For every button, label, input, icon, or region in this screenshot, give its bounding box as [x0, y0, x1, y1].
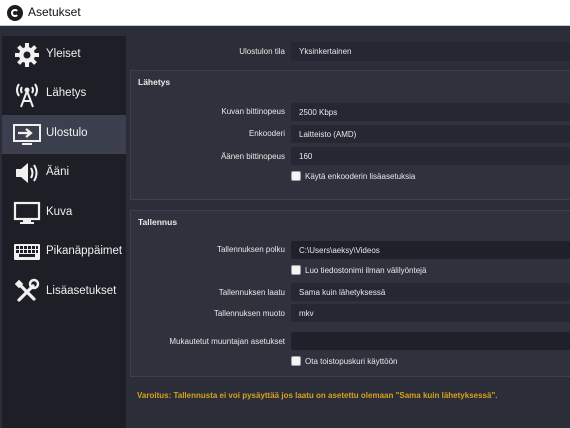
video-bitrate-label: Kuvan bittinopeus	[221, 107, 285, 116]
sidebar-item-label: Lisäasetukset	[46, 285, 117, 297]
output-mode-select[interactable]: Yksinkertainen	[291, 42, 570, 61]
recording-format-select[interactable]: mkv	[291, 304, 570, 322]
sidebar-item-video[interactable]: Kuva	[2, 194, 126, 233]
sidebar-item-stream[interactable]: Lähetys	[2, 75, 126, 114]
title-bar: Asetukset	[0, 0, 570, 26]
sidebar-item-label: Lähetys	[46, 87, 87, 99]
monitor-icon	[12, 198, 42, 228]
recording-panel-title: Tallennus	[138, 217, 178, 227]
antenna-icon	[12, 79, 42, 109]
replay-buffer-checkbox-label: Ota toistopuskuri käyttöön	[305, 357, 398, 366]
muxer-settings-input[interactable]	[291, 332, 570, 350]
recording-quality-label: Tallennuksen laatu	[218, 288, 285, 297]
encoder-select[interactable]: Laitteisto (AMD)	[291, 125, 570, 143]
replay-buffer-checkbox[interactable]	[291, 356, 301, 366]
sidebar-item-output[interactable]: Ulostulo	[2, 115, 126, 154]
no-space-filename-checkbox-label: Luo tiedostonimi ilman välilyöntejä	[305, 266, 427, 275]
output-icon	[12, 119, 42, 149]
recording-quality-select[interactable]: Sama kuin lähetyksessä	[291, 283, 570, 301]
sidebar-item-label: Ulostulo	[46, 127, 88, 139]
output-mode-label: Ulostulon tila	[239, 47, 285, 56]
recording-path-label: Tallennuksen polku	[216, 245, 285, 254]
sidebar-item-advanced[interactable]: Lisäasetukset	[2, 273, 126, 312]
sidebar-item-label: Ääni	[46, 166, 70, 178]
recording-path-input[interactable]: C:\Users\aeksy\Videos	[291, 241, 570, 259]
sidebar-item-label: Pikanäppäimet	[46, 245, 123, 257]
sidebar-item-audio[interactable]: Ääni	[2, 154, 126, 193]
recording-format-label: Tallennuksen muoto	[213, 309, 285, 318]
audio-bitrate-select[interactable]: 160	[291, 147, 570, 165]
window-title: Asetukset	[28, 5, 81, 19]
sidebar-item-hotkeys[interactable]: Pikanäppäimet	[2, 233, 126, 272]
muxer-settings-label: Mukautetut muuntajan asetukset	[169, 337, 285, 346]
sidebar-item-label: Kuva	[46, 206, 73, 218]
advanced-encoder-checkbox[interactable]	[291, 171, 301, 181]
keyboard-icon	[12, 237, 42, 267]
audio-bitrate-label: Äänen bittinopeus	[220, 152, 285, 161]
speaker-icon	[12, 158, 42, 188]
streaming-panel-title: Lähetys	[138, 77, 171, 87]
sidebar-item-general[interactable]: Yleiset	[2, 36, 126, 75]
video-bitrate-input[interactable]: 2500 Kbps	[291, 103, 570, 121]
obs-logo-icon	[7, 5, 23, 21]
gear-icon	[12, 40, 42, 70]
no-space-filename-checkbox[interactable]	[291, 265, 301, 275]
sidebar-item-label: Yleiset	[46, 48, 81, 60]
recording-warning-text: Varoitus: Tallennusta ei voi pysäyttää j…	[137, 391, 498, 400]
settings-sidebar: Yleiset Lähetys Ulostulo Ääni Kuva Pikan…	[2, 36, 126, 428]
encoder-label: Enkooderi	[248, 129, 285, 138]
advanced-encoder-checkbox-label: Käytä enkooderin lisäasetuksia	[305, 172, 416, 181]
tools-icon	[12, 277, 42, 307]
